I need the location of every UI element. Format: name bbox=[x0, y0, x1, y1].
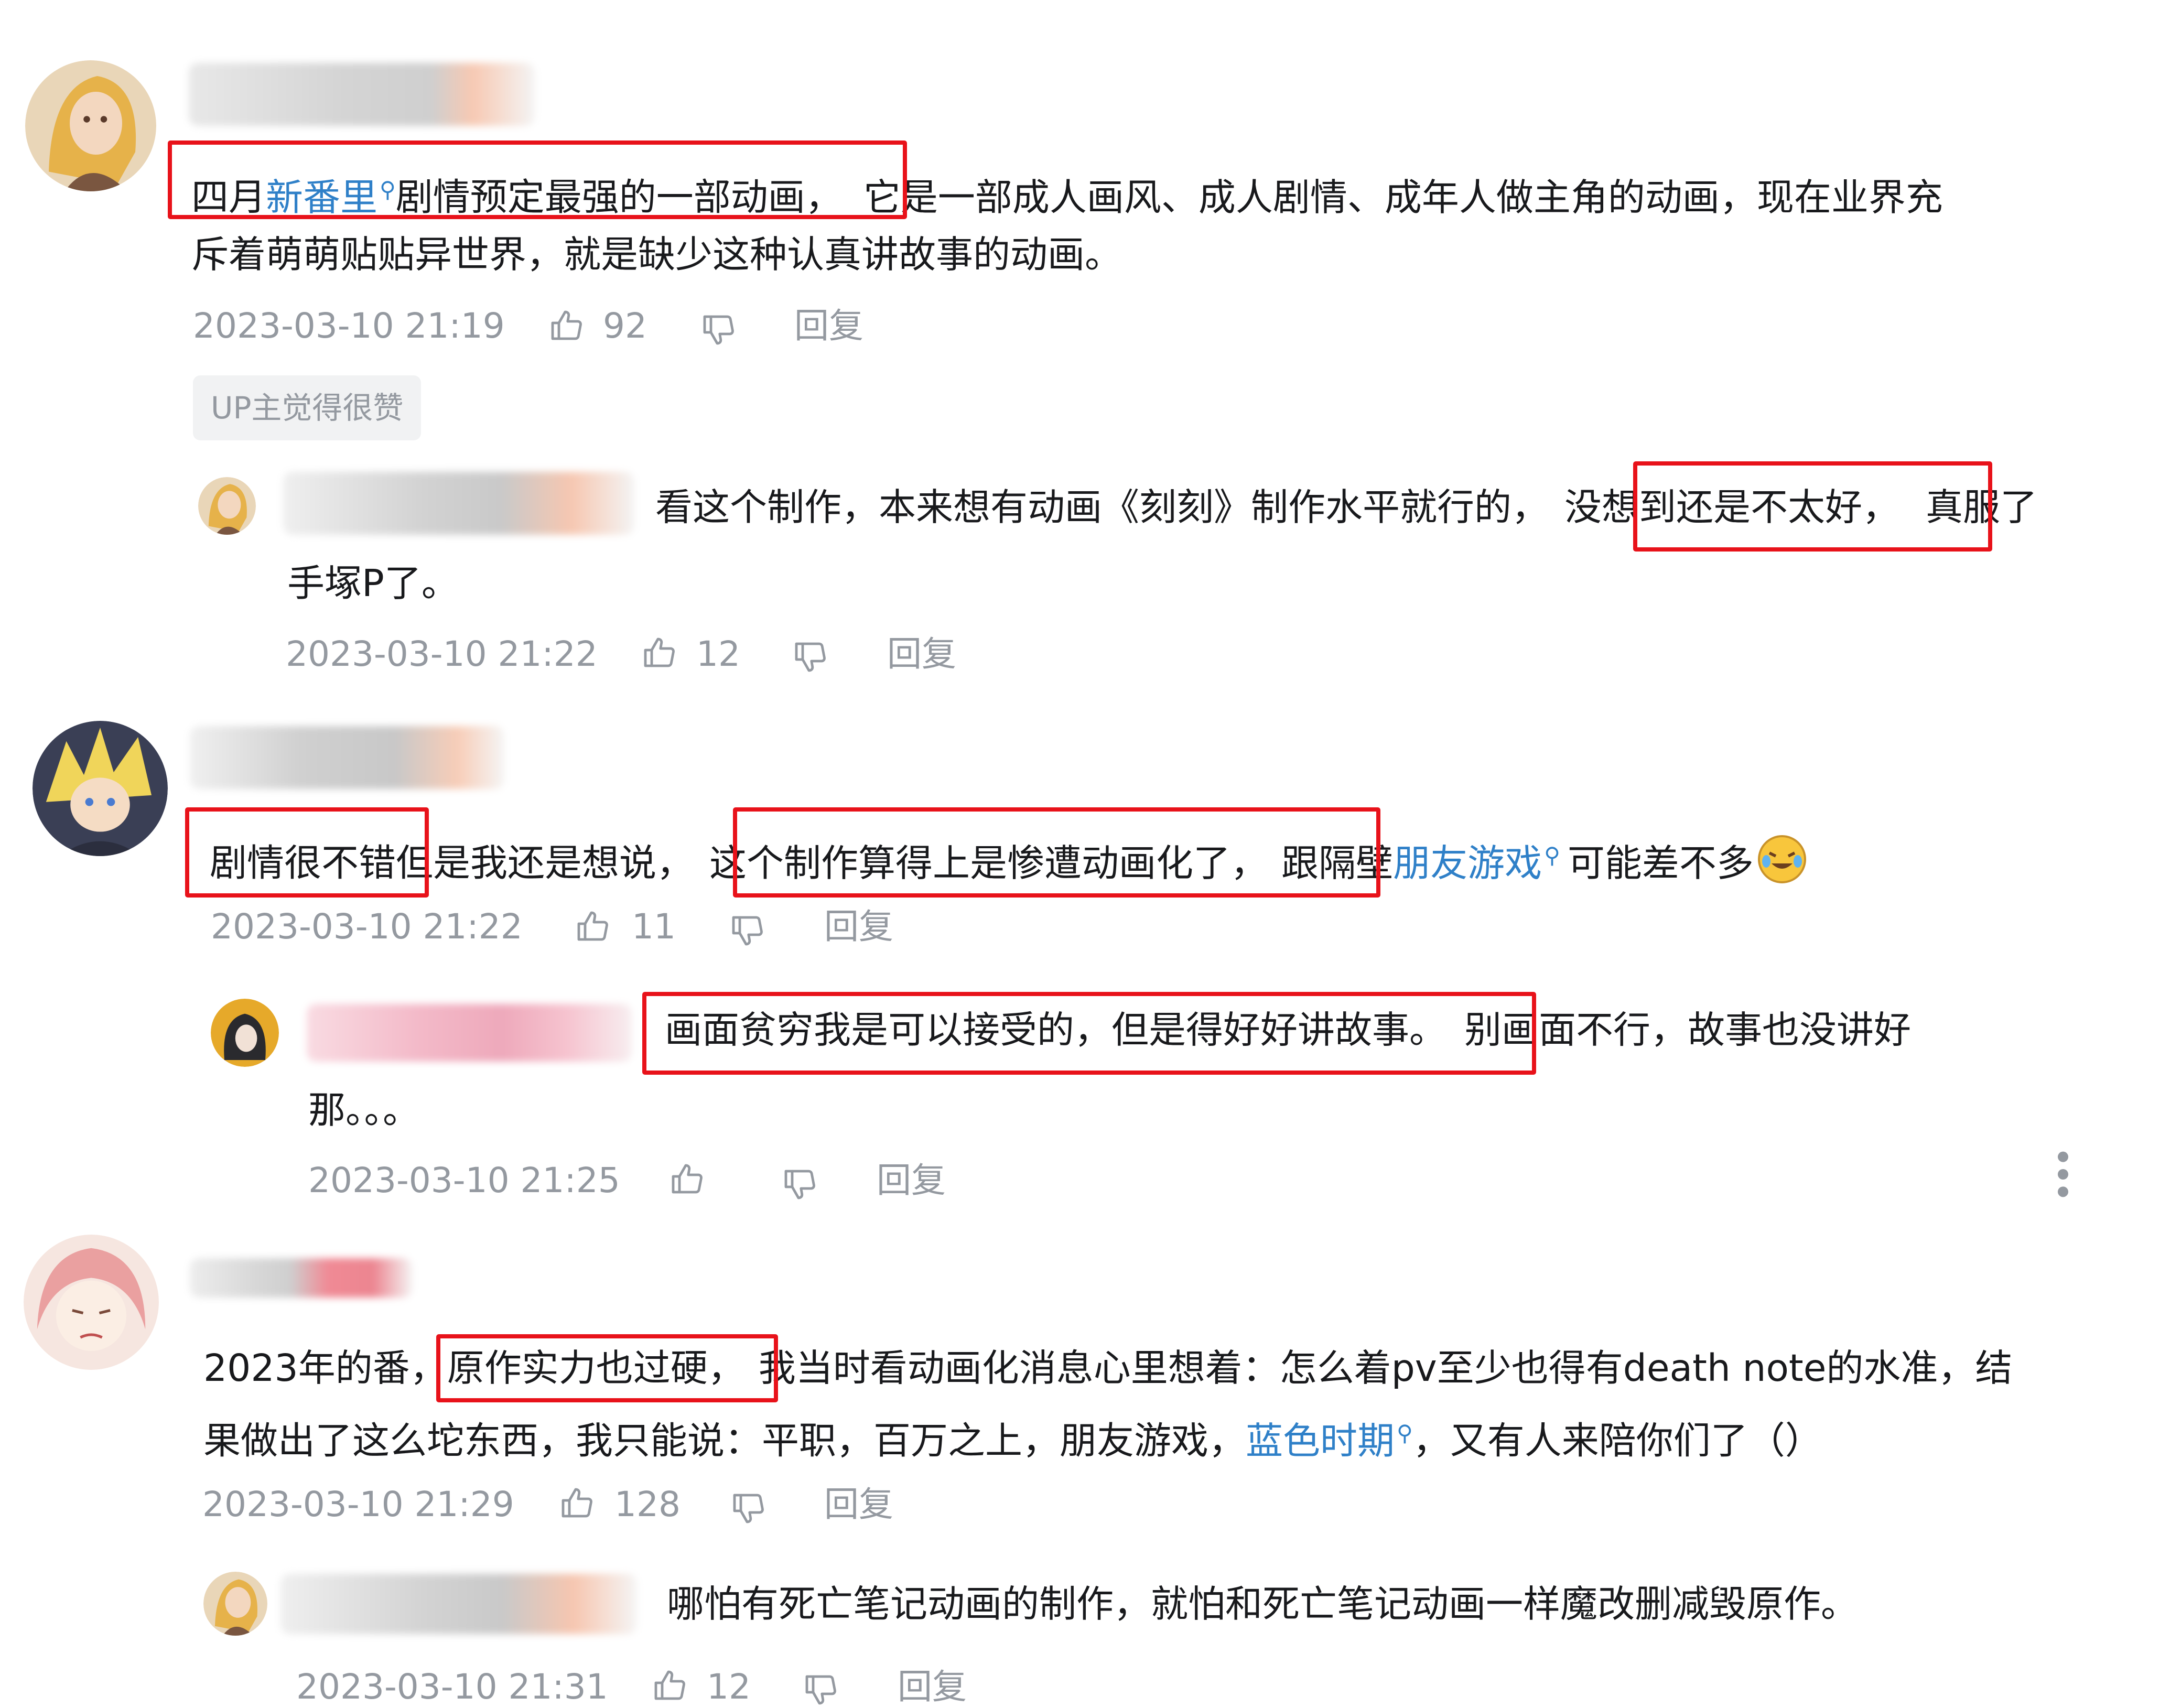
thumbs-down-icon[interactable] bbox=[792, 637, 829, 675]
thumbs-up-icon[interactable] bbox=[574, 908, 612, 946]
search-icon: ⚲ bbox=[1397, 1420, 1413, 1446]
comment-text-line2: 斥着萌萌贴贴异世界，就是缺少这种认真讲故事的动画。 bbox=[191, 233, 1122, 276]
highlight-box bbox=[1633, 461, 1992, 552]
thumbs-down-icon[interactable] bbox=[729, 911, 766, 949]
timestamp: 2023-03-10 21:19 bbox=[193, 306, 505, 346]
crying-laughing-emoji-icon bbox=[1757, 834, 1807, 884]
thumbs-down-icon[interactable] bbox=[730, 1489, 768, 1527]
timestamp: 2023-03-10 21:31 bbox=[296, 1667, 608, 1707]
like-count: 92 bbox=[603, 306, 647, 346]
thumbs-up-icon[interactable] bbox=[558, 1485, 596, 1522]
reply-text-line2: 那。。。 bbox=[308, 1088, 420, 1132]
highlight-box bbox=[733, 807, 1380, 898]
like-count: 12 bbox=[707, 1667, 751, 1707]
username-blurred[interactable] bbox=[283, 472, 634, 535]
reply-button[interactable]: 回复 bbox=[877, 1160, 946, 1202]
thumbs-up-icon[interactable] bbox=[548, 307, 586, 345]
username-blurred[interactable] bbox=[280, 1574, 637, 1634]
avatar[interactable] bbox=[33, 721, 168, 856]
thumbs-up-icon[interactable] bbox=[641, 634, 678, 672]
reply-button[interactable]: 回复 bbox=[824, 1484, 893, 1526]
timestamp: 2023-03-10 21:25 bbox=[308, 1160, 620, 1201]
timestamp: 2023-03-10 21:29 bbox=[202, 1484, 514, 1525]
username-blurred[interactable] bbox=[190, 726, 504, 789]
highlight-box bbox=[642, 992, 1536, 1075]
avatar[interactable] bbox=[24, 1235, 159, 1370]
reply-text-line2: 手塚P了。 bbox=[287, 561, 459, 605]
thumbs-down-icon[interactable] bbox=[802, 1670, 840, 1708]
username-blurred[interactable] bbox=[307, 1004, 632, 1062]
more-vertical-icon[interactable] bbox=[2053, 1148, 2074, 1201]
avatar[interactable] bbox=[25, 60, 156, 191]
timestamp: 2023-03-10 21:22 bbox=[286, 634, 598, 674]
reply-button[interactable]: 回复 bbox=[898, 1666, 967, 1708]
reply-button[interactable]: 回复 bbox=[794, 305, 863, 347]
search-link[interactable]: 蓝色时期⚲ bbox=[1246, 1419, 1413, 1463]
username-blurred[interactable] bbox=[190, 1258, 413, 1298]
timestamp: 2023-03-10 21:22 bbox=[211, 906, 523, 947]
reply-button[interactable]: 回复 bbox=[887, 633, 956, 675]
highlight-box bbox=[436, 1334, 778, 1402]
comment-text-line2: 果做出了这么坨东西，我只能说：平职，百万之上，朋友游戏，蓝色时期⚲，又有人来陪你… bbox=[203, 1401, 1822, 1474]
thumbs-up-icon[interactable] bbox=[651, 1667, 689, 1705]
highlight-box bbox=[185, 807, 429, 898]
avatar[interactable] bbox=[203, 1572, 267, 1636]
thumbs-down-icon[interactable] bbox=[781, 1165, 819, 1203]
reply-button[interactable]: 回复 bbox=[824, 906, 893, 948]
search-link[interactable]: 朋友游戏⚲ bbox=[1393, 841, 1560, 885]
search-icon: ⚲ bbox=[1544, 842, 1560, 868]
avatar[interactable] bbox=[198, 477, 256, 535]
highlight-box bbox=[168, 140, 907, 219]
thumbs-up-icon[interactable] bbox=[668, 1161, 706, 1198]
thumbs-down-icon[interactable] bbox=[700, 310, 738, 348]
up-liked-badge: UP主觉得很赞 bbox=[193, 375, 422, 440]
reply-text: 哪怕有死亡笔记动画的制作，就怕和死亡笔记动画一样魔改删减毁原作。 bbox=[667, 1582, 1859, 1626]
like-count: 11 bbox=[632, 906, 676, 947]
avatar[interactable] bbox=[211, 999, 279, 1067]
like-count: 12 bbox=[696, 634, 740, 674]
username-blurred[interactable] bbox=[189, 63, 535, 126]
like-count: 128 bbox=[614, 1484, 681, 1525]
